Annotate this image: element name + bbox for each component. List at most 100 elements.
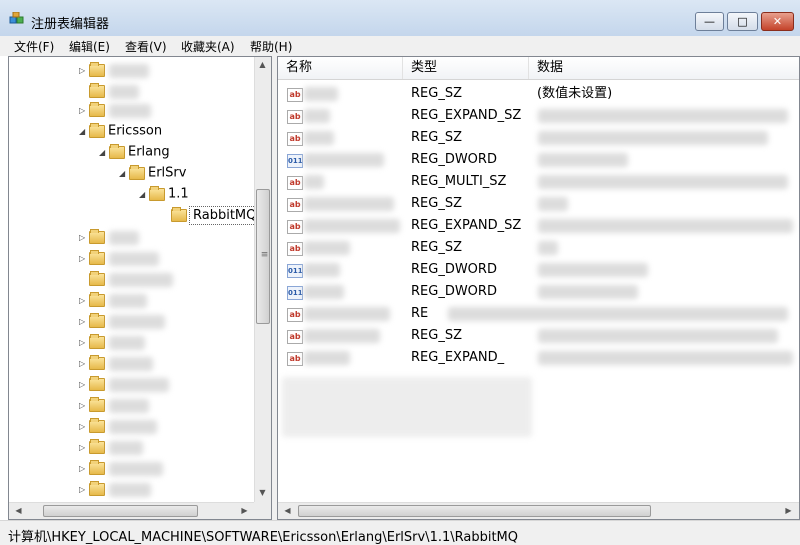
list-item[interactable]: ab REG_SZ (数值未设置): [278, 83, 798, 105]
scroll-left-icon[interactable]: ◀: [11, 503, 26, 518]
list-item[interactable]: ab REG_EXPAND_SZ: [278, 215, 798, 237]
string-value-icon: ab: [287, 330, 303, 344]
expand-arrow-icon[interactable]: ▷: [79, 375, 89, 395]
expand-arrow-icon[interactable]: ▷: [79, 333, 89, 353]
folder-icon: [89, 62, 105, 77]
tree-node-erlang[interactable]: ◢ Erlang: [99, 142, 170, 162]
tree-horizontal-scrollbar[interactable]: ◀ ▶: [9, 502, 254, 519]
list-item[interactable]: 011 REG_DWORD: [278, 149, 798, 171]
redacted-text: [109, 273, 173, 287]
string-value-icon: ab: [287, 220, 303, 234]
redacted-text: [538, 131, 768, 145]
scrollbar-thumb[interactable]: [43, 505, 198, 517]
string-value-icon: ab: [287, 308, 303, 322]
list-item[interactable]: ab REG_MULTI_SZ: [278, 171, 798, 193]
string-value-icon: ab: [287, 198, 303, 212]
value-type: REG_EXPAND_: [411, 350, 505, 365]
expand-arrow-icon[interactable]: ▷: [79, 249, 89, 269]
list-item[interactable]: ab REG_EXPAND_SZ: [278, 105, 798, 127]
scroll-left-icon[interactable]: ◀: [280, 503, 295, 518]
maximize-button[interactable]: □: [727, 12, 758, 31]
list-item[interactable]: ab RE: [278, 303, 798, 325]
menu-help[interactable]: 帮助(H): [250, 38, 292, 55]
value-type: REG_MULTI_SZ: [411, 174, 507, 189]
expand-arrow-icon[interactable]: ▷: [79, 438, 89, 458]
list-item[interactable]: ab REG_SZ: [278, 193, 798, 215]
title-bar: 注册表编辑器 — □ ✕: [0, 0, 800, 36]
current-key-path: 计算机\HKEY_LOCAL_MACHINE\SOFTWARE\Ericsson…: [8, 530, 518, 545]
string-value-icon: ab: [287, 110, 303, 124]
expand-arrow-icon[interactable]: ▷: [79, 312, 89, 332]
expand-arrow-icon[interactable]: ▷: [79, 417, 89, 437]
expand-arrow-icon[interactable]: ▷: [79, 228, 89, 248]
list-item[interactable]: 011 REG_DWORD: [278, 281, 798, 303]
column-header-data[interactable]: 数据: [529, 57, 799, 79]
values-list[interactable]: 名称 类型 数据 ab REG_SZ (数值未设置) ab REG_EXPAND_SZ…: [277, 56, 800, 520]
list-item[interactable]: ab REG_SZ: [278, 127, 798, 149]
expand-arrow-icon[interactable]: ▷: [79, 61, 89, 81]
tree-node[interactable]: [79, 81, 139, 101]
scroll-right-icon[interactable]: ▶: [237, 503, 252, 518]
scroll-down-icon[interactable]: ▼: [255, 485, 270, 500]
scroll-right-icon[interactable]: ▶: [781, 503, 796, 518]
redacted-text: [304, 285, 344, 299]
value-type: REG_SZ: [411, 86, 462, 101]
tree-node[interactable]: ▷: [79, 100, 151, 121]
menu-edit[interactable]: 编辑(E): [69, 38, 110, 55]
value-type: REG_DWORD: [411, 152, 497, 167]
minimize-button[interactable]: —: [695, 12, 724, 31]
value-type: REG_EXPAND_SZ: [411, 218, 522, 233]
string-value-icon: ab: [287, 352, 303, 366]
tree-node-erlsrv[interactable]: ◢ ErlSrv: [119, 163, 186, 183]
value-type: REG_DWORD: [411, 262, 497, 277]
folder-icon: [89, 229, 105, 244]
expand-arrow-icon[interactable]: ▷: [79, 480, 89, 500]
folder-icon: [89, 376, 105, 391]
tree-node-label: Erlang: [128, 144, 170, 160]
folder-icon: [89, 418, 105, 433]
tree-node-rabbitmq[interactable]: RabbitMQ: [171, 205, 261, 225]
scrollbar-thumb[interactable]: [298, 505, 651, 517]
list-item[interactable]: ab REG_SZ: [278, 325, 798, 347]
list-item[interactable]: ab REG_EXPAND_: [278, 347, 798, 369]
list-item[interactable]: ab REG_SZ: [278, 237, 798, 259]
scroll-up-icon[interactable]: ▲: [255, 57, 270, 72]
menu-view[interactable]: 查看(V): [125, 38, 167, 55]
collapse-arrow-icon[interactable]: ◢: [79, 122, 89, 142]
tree-node[interactable]: ▷: [79, 60, 149, 81]
string-value-icon: ab: [287, 176, 303, 190]
list-item[interactable]: 011 REG_DWORD: [278, 259, 798, 281]
expand-arrow-icon[interactable]: ▷: [79, 354, 89, 374]
tree-node-ericsson[interactable]: ◢ Ericsson: [79, 121, 162, 141]
collapse-arrow-icon[interactable]: ◢: [99, 143, 109, 163]
list-horizontal-scrollbar[interactable]: ◀ ▶: [278, 502, 799, 519]
expand-arrow-icon[interactable]: ▷: [79, 396, 89, 416]
redacted-text: [109, 294, 147, 308]
expand-arrow-icon[interactable]: ▷: [79, 101, 89, 121]
scroll-corner: [254, 502, 271, 519]
tree-node-1-1[interactable]: ◢ 1.1: [139, 184, 189, 204]
collapse-arrow-icon[interactable]: ◢: [119, 164, 129, 184]
expand-arrow-icon[interactable]: ▷: [79, 459, 89, 479]
expand-arrow-icon[interactable]: ▷: [79, 291, 89, 311]
value-type: REG_EXPAND_SZ: [411, 108, 522, 123]
column-header-name[interactable]: 名称: [278, 57, 403, 79]
column-header-type[interactable]: 类型: [403, 57, 529, 79]
tree-node-label: Ericsson: [108, 123, 163, 139]
tree-vertical-scrollbar[interactable]: ▲ ≡ ▼: [254, 57, 271, 502]
window-title: 注册表编辑器: [31, 17, 110, 32]
folder-icon: [109, 144, 125, 159]
tree-node-label: 1.1: [168, 186, 189, 202]
redacted-text: [538, 197, 568, 211]
registry-tree[interactable]: ▷ ▷ ◢ Ericsson ◢ Erlang ◢ ErlSrv ◢ 1.1 Rabbi…: [8, 56, 272, 520]
collapse-arrow-icon[interactable]: ◢: [139, 185, 149, 205]
menu-file[interactable]: 文件(F): [14, 38, 54, 55]
string-value-icon: ab: [287, 88, 303, 102]
scrollbar-thumb[interactable]: ≡: [256, 189, 270, 324]
redacted-text: [304, 263, 340, 277]
close-button[interactable]: ✕: [761, 12, 794, 31]
registry-editor-icon: [9, 12, 24, 24]
binary-value-icon: 011: [287, 264, 303, 278]
redacted-text: [538, 219, 793, 233]
menu-favorites[interactable]: 收藏夹(A): [181, 38, 235, 55]
